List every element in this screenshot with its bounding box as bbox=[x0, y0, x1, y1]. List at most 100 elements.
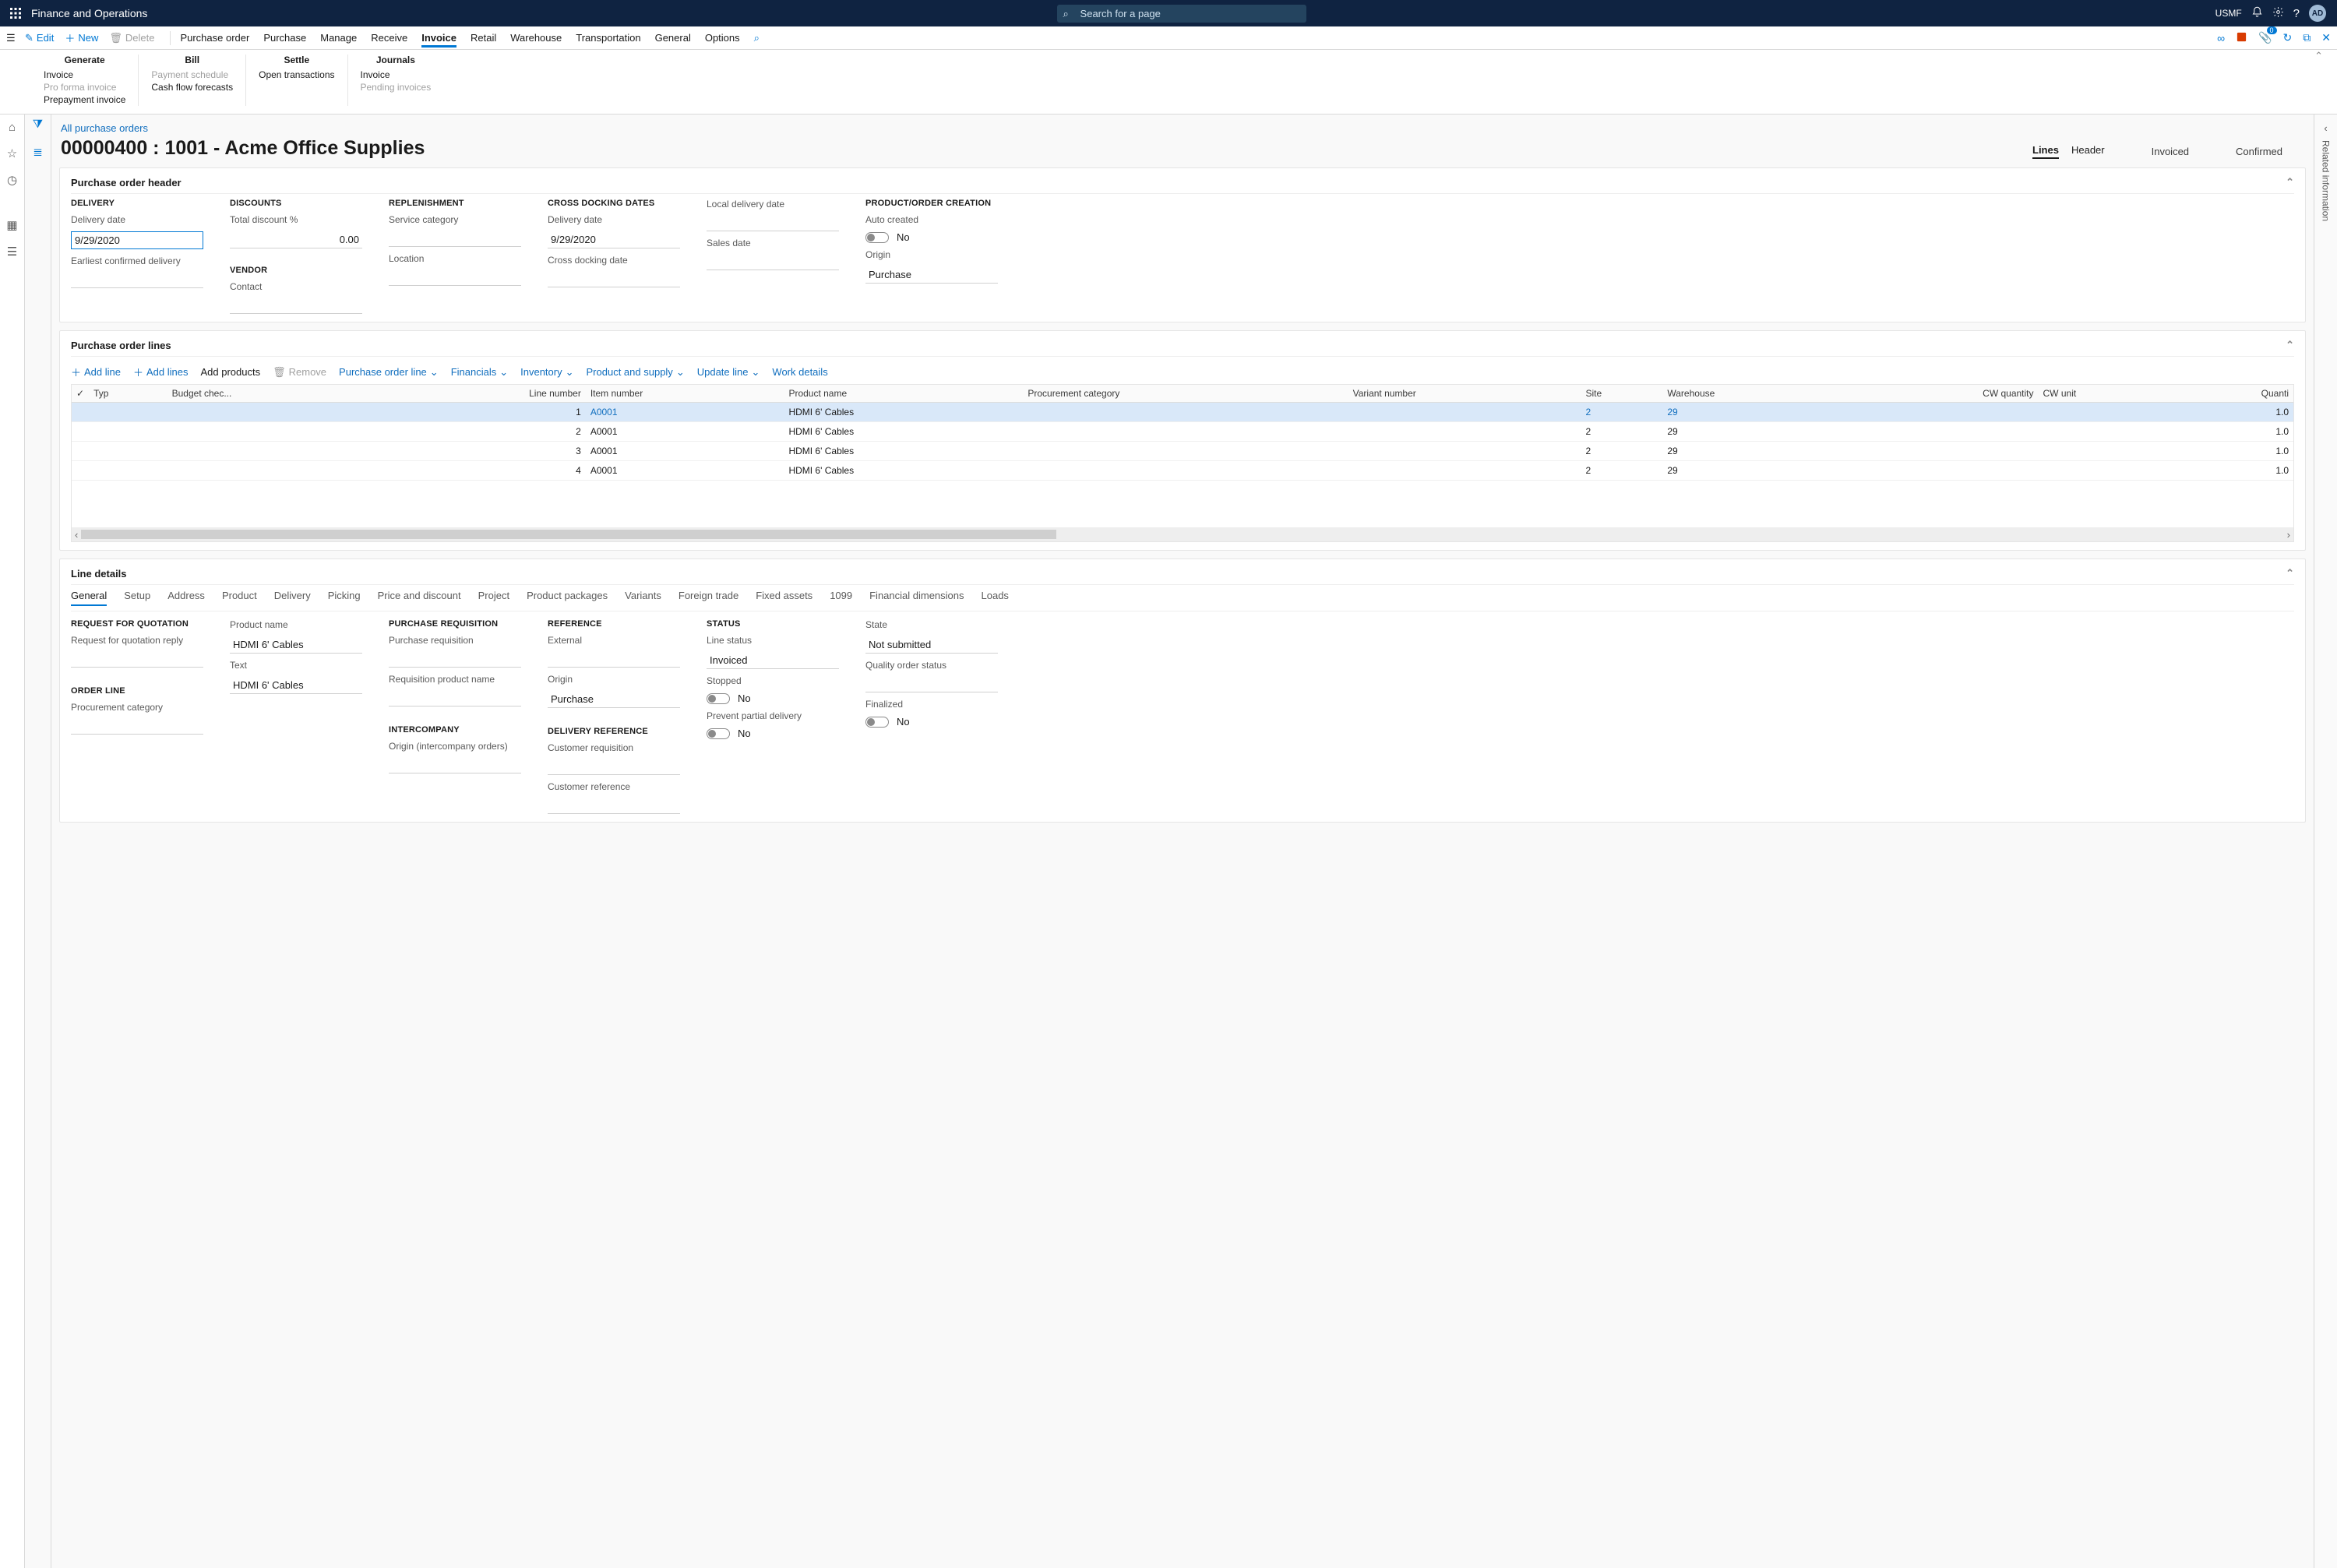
popout-icon[interactable]: ⧉ bbox=[2303, 31, 2311, 44]
link-icon[interactable]: ∞ bbox=[2217, 32, 2225, 44]
recent-icon[interactable]: ◷ bbox=[7, 173, 17, 187]
field-customer-reference[interactable] bbox=[548, 798, 680, 814]
ribbon-journals-invoice[interactable]: Invoice bbox=[361, 69, 432, 81]
col-line-number[interactable]: Line number bbox=[389, 385, 586, 403]
help-icon[interactable]: ? bbox=[2293, 7, 2300, 20]
line-detail-tab-project[interactable]: Project bbox=[478, 590, 509, 606]
product-supply-menu[interactable]: Product and supply ⌄ bbox=[587, 366, 685, 379]
line-detail-tab-1099[interactable]: 1099 bbox=[830, 590, 852, 606]
line-detail-tab-setup[interactable]: Setup bbox=[124, 590, 150, 606]
line-detail-tab-product-packages[interactable]: Product packages bbox=[527, 590, 608, 606]
tab-retail[interactable]: Retail bbox=[471, 29, 496, 47]
field-text[interactable]: HDMI 6' Cables bbox=[230, 677, 362, 694]
line-detail-tab-financial-dimensions[interactable]: Financial dimensions bbox=[869, 590, 964, 606]
hamburger-icon[interactable]: ☰ bbox=[6, 32, 25, 44]
add-products-button[interactable]: Add products bbox=[201, 366, 261, 378]
col-cw-unit[interactable]: CW unit bbox=[2039, 385, 2175, 403]
col-budget[interactable]: Budget chec... bbox=[167, 385, 390, 403]
col-procurement[interactable]: Procurement category bbox=[1023, 385, 1348, 403]
toggle-stopped[interactable] bbox=[707, 693, 730, 704]
col-type[interactable]: Typ bbox=[89, 385, 167, 403]
field-product-name[interactable]: HDMI 6' Cables bbox=[230, 636, 362, 654]
line-detail-tab-variants[interactable]: Variants bbox=[625, 590, 661, 606]
attachment-icon[interactable]: 📎0 bbox=[2258, 31, 2272, 44]
line-detail-tab-fixed-assets[interactable]: Fixed assets bbox=[756, 590, 812, 606]
list-icon[interactable]: ☰ bbox=[7, 245, 17, 259]
chevron-up-icon[interactable]: ⌃ bbox=[2286, 339, 2294, 351]
field-rfq-reply[interactable] bbox=[71, 652, 203, 668]
line-detail-tab-product[interactable]: Product bbox=[222, 590, 257, 606]
line-detail-tab-delivery[interactable]: Delivery bbox=[274, 590, 311, 606]
col-variant[interactable]: Variant number bbox=[1348, 385, 1581, 403]
chevron-left-icon[interactable]: ‹ bbox=[2324, 122, 2327, 134]
bell-icon[interactable] bbox=[2251, 6, 2263, 21]
inventory-menu[interactable]: Inventory ⌄ bbox=[520, 366, 573, 379]
field-cross-docking-date[interactable] bbox=[548, 272, 680, 287]
horizontal-scrollbar[interactable]: ‹› bbox=[72, 527, 2293, 541]
tab-invoice[interactable]: Invoice bbox=[421, 29, 456, 48]
tab-transportation[interactable]: Transportation bbox=[576, 29, 640, 47]
line-detail-tab-loads[interactable]: Loads bbox=[982, 590, 1009, 606]
workspace-icon[interactable]: ▦ bbox=[6, 218, 17, 232]
tab-receive[interactable]: Receive bbox=[371, 29, 407, 47]
field-state[interactable]: Not submitted bbox=[865, 636, 998, 654]
financials-menu[interactable]: Financials ⌄ bbox=[451, 366, 508, 379]
col-cw-qty[interactable]: CW quantity bbox=[1845, 385, 2038, 403]
field-sales-date[interactable] bbox=[707, 255, 839, 270]
table-row[interactable]: 4 A0001 HDMI 6' Cables 2 29 1.0 bbox=[72, 461, 2293, 481]
field-ref-origin[interactable]: Purchase bbox=[548, 691, 680, 708]
field-quality-order-status[interactable] bbox=[865, 677, 998, 692]
table-row[interactable]: 1 A0001 HDMI 6' Cables 2 29 1.0 bbox=[72, 403, 2293, 422]
field-purchase-requisition[interactable] bbox=[389, 652, 521, 668]
gear-icon[interactable] bbox=[2272, 6, 2284, 21]
related-information-tab[interactable]: Related information bbox=[2321, 140, 2332, 221]
add-line-button[interactable]: ＋Add line bbox=[71, 365, 121, 379]
po-line-menu[interactable]: Purchase order line ⌄ bbox=[339, 366, 439, 379]
field-local-delivery[interactable] bbox=[707, 216, 839, 231]
tab-manage[interactable]: Manage bbox=[320, 29, 357, 47]
field-delivery-date[interactable]: 9/29/2020 bbox=[71, 231, 203, 249]
subtab-lines[interactable]: Lines bbox=[2032, 144, 2059, 159]
chevron-up-icon[interactable]: ⌃ bbox=[2286, 567, 2294, 580]
field-service-category[interactable] bbox=[389, 231, 521, 247]
field-earliest-confirmed[interactable] bbox=[71, 273, 203, 288]
tab-warehouse[interactable]: Warehouse bbox=[510, 29, 562, 47]
ribbon-prepayment-invoice[interactable]: Prepayment invoice bbox=[44, 93, 125, 106]
line-detail-tab-foreign-trade[interactable]: Foreign trade bbox=[679, 590, 738, 606]
subtab-header[interactable]: Header bbox=[2071, 144, 2105, 159]
office-icon[interactable] bbox=[2236, 31, 2247, 45]
field-location[interactable] bbox=[389, 270, 521, 286]
ribbon-cashflow-forecast[interactable]: Cash flow forecasts bbox=[151, 81, 233, 93]
field-procurement-category[interactable] bbox=[71, 719, 203, 735]
breadcrumb[interactable]: All purchase orders bbox=[59, 115, 2306, 136]
star-icon[interactable]: ☆ bbox=[7, 146, 17, 160]
search-input[interactable] bbox=[1057, 5, 1306, 23]
field-line-status[interactable]: Invoiced bbox=[707, 652, 839, 669]
field-ic-origin[interactable] bbox=[389, 758, 521, 773]
line-detail-tab-picking[interactable]: Picking bbox=[328, 590, 361, 606]
filter-icon[interactable]: ⧩ bbox=[33, 118, 43, 131]
toggle-auto-created[interactable] bbox=[865, 232, 889, 243]
ribbon-collapse-icon[interactable]: ⌃ bbox=[2314, 50, 2323, 62]
home-icon[interactable]: ⌂ bbox=[9, 121, 16, 134]
field-req-product-name[interactable] bbox=[389, 691, 521, 706]
add-lines-button[interactable]: ＋Add lines bbox=[133, 365, 189, 379]
col-check[interactable]: ✓ bbox=[72, 385, 89, 403]
line-detail-tab-price-and-discount[interactable]: Price and discount bbox=[378, 590, 461, 606]
table-row[interactable]: 3 A0001 HDMI 6' Cables 2 29 1.0 bbox=[72, 442, 2293, 461]
toggle-prevent-partial[interactable] bbox=[707, 728, 730, 739]
toggle-finalized[interactable] bbox=[865, 717, 889, 728]
line-detail-tab-general[interactable]: General bbox=[71, 590, 107, 606]
new-button[interactable]: ＋New bbox=[65, 30, 98, 45]
tab-options[interactable]: Options bbox=[705, 29, 740, 47]
field-origin[interactable]: Purchase bbox=[865, 266, 998, 284]
col-site[interactable]: Site bbox=[1581, 385, 1663, 403]
avatar[interactable]: AD bbox=[2309, 5, 2326, 22]
card-po-lines-title[interactable]: Purchase order lines ⌃ bbox=[71, 339, 2294, 357]
line-detail-tab-address[interactable]: Address bbox=[167, 590, 205, 606]
field-external[interactable] bbox=[548, 652, 680, 668]
field-customer-requisition[interactable] bbox=[548, 759, 680, 775]
field-cross-delivery-date[interactable]: 9/29/2020 bbox=[548, 231, 680, 248]
col-product-name[interactable]: Product name bbox=[784, 385, 1023, 403]
ribbon-invoice[interactable]: Invoice bbox=[44, 69, 125, 81]
